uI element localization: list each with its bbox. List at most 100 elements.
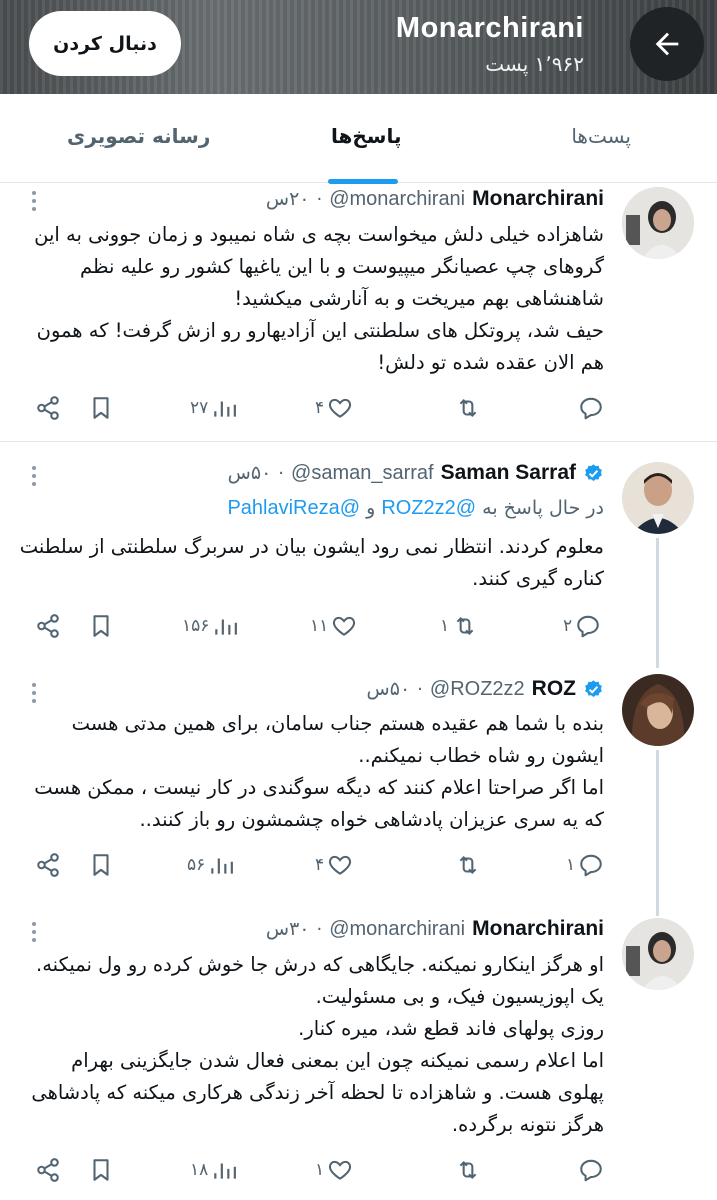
like-count: ۴ [315,398,325,418]
share-icon [37,614,59,638]
like-icon [329,398,352,418]
bookmark-icon [93,854,109,876]
retweet-icon [456,616,474,636]
share-button[interactable] [35,850,61,880]
like-button[interactable]: ۱ [315,1155,353,1185]
tweet-actions: ۱۵۶ ۱۱ ۱ ۲ [0,611,717,641]
display-name[interactable]: Monarchirani [472,187,604,211]
views-icon [211,858,234,874]
user-handle[interactable]: @monarchirani [329,188,465,211]
tweet-header: ۵۰س · @ROZ2z2 ROZ [367,675,604,703]
separator-dot: · [316,188,323,210]
views-count: ۵۶ [187,855,206,875]
back-button[interactable] [630,7,704,81]
avatar[interactable] [622,462,694,534]
separator-dot: · [417,678,423,700]
retweet-button[interactable] [452,393,481,423]
more-options[interactable] [24,679,44,705]
tweet-time: ۵۰س [366,678,411,700]
user-handle[interactable]: @ROZ2z2 [430,678,525,701]
profile-title: Monarchirani [395,12,584,44]
reply-icon [580,397,602,420]
like-count: ۱۱ [310,616,329,636]
tweet[interactable]: ۳۰س · @monarchirani Monarchirani او هرگز… [0,900,717,1200]
like-icon [333,616,356,636]
like-button[interactable]: ۴ [315,393,353,423]
reply-button[interactable] [575,393,604,423]
like-icon [329,855,352,875]
tweet[interactable]: ۵۰س · @ROZ2z2 ROZ بنده با شما هم عقیده ه… [0,660,717,900]
user-handle[interactable]: @saman_sarraf [291,462,434,485]
thread-line [656,900,659,916]
more-options[interactable] [24,462,44,488]
display-name[interactable]: Monarchirani [472,917,604,941]
tab-media[interactable]: رسانه تصویری [67,124,210,148]
bookmark-button[interactable] [88,850,114,880]
display-name[interactable]: ROZ [532,677,576,701]
retweet-button[interactable] [452,1155,481,1185]
views-icon [214,401,237,417]
thread-line [656,538,659,660]
user-handle[interactable]: @monarchirani [329,918,465,941]
retweet-count: ۱ [440,616,450,636]
reply-icon [577,615,599,638]
reply-button[interactable] [575,1155,604,1185]
reply-prefix: در حال پاسخ به [482,497,604,519]
tweet-text: بنده با شما هم عقیده هستم جناب سامان، بر… [34,712,604,831]
bookmark-button[interactable] [88,393,114,423]
views-count: ۲۷ [190,398,209,418]
bookmark-icon [93,1159,109,1181]
views-button[interactable]: ۲۷ [190,393,237,423]
views-button[interactable]: ۱۵۶ [182,611,238,641]
retweet-icon [459,398,477,418]
avatar[interactable] [622,918,694,990]
views-icon [214,1163,237,1179]
like-button[interactable]: ۱۱ [310,611,357,641]
avatar[interactable] [622,187,694,259]
like-icon [329,1160,352,1180]
views-button[interactable]: ۵۶ [187,850,234,880]
like-count: ۴ [315,855,325,875]
reply-count: ۲ [563,616,573,636]
tab-replies[interactable]: پاسخ‌ها [331,124,401,148]
display-name[interactable]: Saman Sarraf [441,461,576,485]
tab-posts[interactable]: پست‌ها [571,124,631,148]
share-button[interactable] [35,393,61,423]
mention-link[interactable]: @ROZ2z2 [381,497,476,519]
thread-line [656,660,659,668]
profile-tabs: پست‌ها پاسخ‌ها رسانه تصویری [0,94,717,184]
share-icon [37,853,59,877]
post-count: ۱٬۹۶۲ پست [485,52,584,76]
reply-button[interactable]: ۱ [566,850,604,880]
retweet-icon [459,1160,477,1180]
tweet-time: ۳۰س [265,918,310,940]
tweet-actions: ۵۶ ۴ ۱ [0,850,717,880]
verified-badge-icon [585,679,602,697]
bookmark-button[interactable] [88,1155,114,1185]
tweet-header: ۳۰س · @monarchirani Monarchirani [266,915,604,943]
bookmark-icon [93,397,109,419]
more-options[interactable] [24,918,44,944]
tweet-text: شاهزاده خیلی دلش میخواست بچه ی شاه نمیبو… [34,223,604,374]
like-count: ۱ [315,1160,325,1180]
retweet-button[interactable] [452,850,481,880]
more-options[interactable] [24,187,44,213]
follow-button[interactable]: دنبال کردن [29,11,181,76]
tweet-text: او هرگز اینکارو نمیکنه. جایگاهی که درش ج… [31,953,604,1136]
retweet-button[interactable]: ۱ [440,611,478,641]
mention-link[interactable]: @PahlaviReza [227,497,360,519]
share-button[interactable] [35,611,61,641]
tweet-actions: ۱۸ ۱ [0,1155,717,1185]
reply-button[interactable]: ۲ [563,611,601,641]
tweet[interactable]: ۵۰س · @saman_sarraf Saman Sarraf در حال … [0,442,717,660]
share-button[interactable] [35,1155,61,1185]
views-button[interactable]: ۱۸ [190,1155,237,1185]
tweet-actions: ۲۷ ۴ [0,393,717,423]
reply-count: ۱ [566,855,576,875]
reply-icon [580,1159,602,1182]
avatar[interactable] [622,674,694,746]
bookmark-button[interactable] [88,611,114,641]
bookmark-icon [93,615,109,637]
tweet[interactable]: ۲۰س · @monarchirani Monarchirani شاهزاده… [0,183,717,441]
like-button[interactable]: ۴ [315,850,353,880]
